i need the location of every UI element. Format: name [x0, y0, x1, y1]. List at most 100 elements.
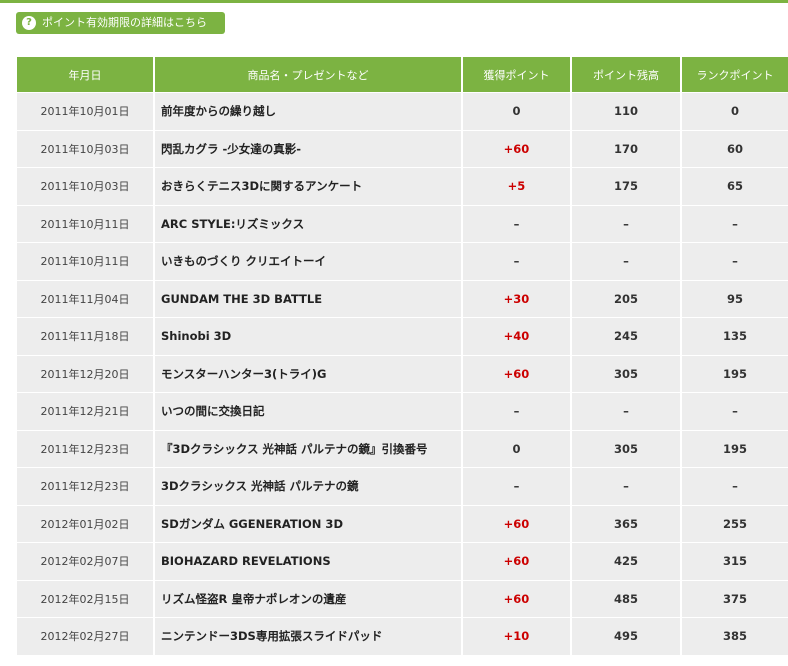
- point-expiry-details-button[interactable]: ? ポイント有効期限の詳細はこちら: [16, 12, 225, 34]
- rank-points-cell: 135: [682, 318, 788, 356]
- date-cell: 2011年11月04日: [17, 280, 153, 318]
- rank-points-cell: 375: [682, 580, 788, 618]
- table-row: 2012年02月27日 ニンテンドー3DS専用拡張スライドパッド +10 495 385: [17, 618, 788, 656]
- point-balance-cell: 305: [572, 430, 680, 468]
- date-cell: 2011年10月03日: [17, 130, 153, 168]
- table-row: 2011年12月23日 3Dクラシックス 光神話 パルテナの鏡 – – –: [17, 468, 788, 506]
- earned-points-cell: 0: [463, 93, 570, 131]
- date-cell: 2012年02月07日: [17, 543, 153, 581]
- table-row: 2011年12月23日 『3Dクラシックス 光神話 パルテナの鏡』引換番号 0 305…: [17, 430, 788, 468]
- earned-points-cell: +10: [463, 618, 570, 656]
- header-earned-points: 獲得ポイント: [463, 57, 570, 93]
- product-name-cell: Shinobi 3D: [155, 318, 461, 356]
- product-name-cell: モンスターハンター3(トライ)G: [155, 355, 461, 393]
- point-balance-cell: 305: [572, 355, 680, 393]
- header-date: 年月日: [17, 57, 153, 93]
- earned-points-cell: –: [463, 205, 570, 243]
- rank-points-cell: –: [682, 468, 788, 506]
- point-balance-cell: –: [572, 243, 680, 281]
- rank-points-cell: 195: [682, 430, 788, 468]
- rank-points-cell: 65: [682, 168, 788, 206]
- date-cell: 2011年10月01日: [17, 93, 153, 131]
- point-balance-cell: –: [572, 468, 680, 506]
- earned-points-cell: 0: [463, 430, 570, 468]
- point-balance-cell: 495: [572, 618, 680, 656]
- table-row: 2011年10月03日 おきらくテニス3Dに関するアンケート +5 175 65: [17, 168, 788, 206]
- date-cell: 2011年10月11日: [17, 205, 153, 243]
- date-cell: 2012年02月27日: [17, 618, 153, 656]
- points-history-table: 年月日 商品名・プレゼントなど 獲得ポイント ポイント残高 ランクポイント 20…: [15, 57, 788, 656]
- point-balance-cell: 245: [572, 318, 680, 356]
- rank-points-cell: 0: [682, 93, 788, 131]
- header-product-name: 商品名・プレゼントなど: [155, 57, 461, 93]
- date-cell: 2011年12月23日: [17, 468, 153, 506]
- earned-points-cell: +60: [463, 543, 570, 581]
- table-row: 2011年10月11日 ARC STYLE:リズミックス – – –: [17, 205, 788, 243]
- table-row: 2012年02月15日 リズム怪盗R 皇帝ナポレオンの遺産 +60 485 375: [17, 580, 788, 618]
- table-row: 2011年10月03日 閃乱カグラ -少女達の真影- +60 170 60: [17, 130, 788, 168]
- point-balance-cell: 170: [572, 130, 680, 168]
- rank-points-cell: 255: [682, 505, 788, 543]
- table-row: 2012年01月02日 SDガンダム GGENERATION 3D +60 365 25…: [17, 505, 788, 543]
- earned-points-cell: +60: [463, 580, 570, 618]
- header-rank-points: ランクポイント: [682, 57, 788, 93]
- product-name-cell: いつの間に交換日記: [155, 393, 461, 431]
- rank-points-cell: 60: [682, 130, 788, 168]
- date-cell: 2011年10月11日: [17, 243, 153, 281]
- product-name-cell: ニンテンドー3DS専用拡張スライドパッド: [155, 618, 461, 656]
- rank-points-cell: 95: [682, 280, 788, 318]
- product-name-cell: 『3Dクラシックス 光神話 パルテナの鏡』引換番号: [155, 430, 461, 468]
- point-balance-cell: –: [572, 393, 680, 431]
- product-name-cell: おきらくテニス3Dに関するアンケート: [155, 168, 461, 206]
- date-cell: 2012年01月02日: [17, 505, 153, 543]
- rank-points-cell: 385: [682, 618, 788, 656]
- question-icon: ?: [22, 16, 36, 30]
- table-header-row: 年月日 商品名・プレゼントなど 獲得ポイント ポイント残高 ランクポイント: [17, 57, 788, 93]
- point-balance-cell: 110: [572, 93, 680, 131]
- rank-points-cell: –: [682, 393, 788, 431]
- product-name-cell: ARC STYLE:リズミックス: [155, 205, 461, 243]
- rank-points-cell: –: [682, 243, 788, 281]
- header-point-balance: ポイント残高: [572, 57, 680, 93]
- point-balance-cell: 485: [572, 580, 680, 618]
- product-name-cell: 前年度からの繰り越し: [155, 93, 461, 131]
- product-name-cell: いきものづくり クリエイトーイ: [155, 243, 461, 281]
- earned-points-cell: +60: [463, 355, 570, 393]
- earned-points-cell: –: [463, 393, 570, 431]
- table-row: 2011年10月01日 前年度からの繰り越し 0 110 0: [17, 93, 788, 131]
- date-cell: 2011年12月21日: [17, 393, 153, 431]
- point-balance-cell: 175: [572, 168, 680, 206]
- date-cell: 2012年02月15日: [17, 580, 153, 618]
- earned-points-cell: +60: [463, 505, 570, 543]
- rank-points-cell: 195: [682, 355, 788, 393]
- date-cell: 2011年10月03日: [17, 168, 153, 206]
- earned-points-cell: +5: [463, 168, 570, 206]
- earned-points-cell: –: [463, 468, 570, 506]
- product-name-cell: リズム怪盗R 皇帝ナポレオンの遺産: [155, 580, 461, 618]
- date-cell: 2011年12月23日: [17, 430, 153, 468]
- product-name-cell: BIOHAZARD REVELATIONS: [155, 543, 461, 581]
- rank-points-cell: –: [682, 205, 788, 243]
- earned-points-cell: +40: [463, 318, 570, 356]
- date-cell: 2011年11月18日: [17, 318, 153, 356]
- table-row: 2012年02月07日 BIOHAZARD REVELATIONS +60 425 31…: [17, 543, 788, 581]
- earned-points-cell: +60: [463, 130, 570, 168]
- table-row: 2011年12月21日 いつの間に交換日記 – – –: [17, 393, 788, 431]
- point-balance-cell: 205: [572, 280, 680, 318]
- table-row: 2011年11月18日 Shinobi 3D +40 245 135: [17, 318, 788, 356]
- product-name-cell: SDガンダム GGENERATION 3D: [155, 505, 461, 543]
- point-balance-cell: –: [572, 205, 680, 243]
- product-name-cell: 閃乱カグラ -少女達の真影-: [155, 130, 461, 168]
- table-row: 2011年10月11日 いきものづくり クリエイトーイ – – –: [17, 243, 788, 281]
- rank-points-cell: 315: [682, 543, 788, 581]
- point-balance-cell: 425: [572, 543, 680, 581]
- earned-points-cell: –: [463, 243, 570, 281]
- top-divider: [0, 0, 788, 3]
- table-row: 2011年12月20日 モンスターハンター3(トライ)G +60 305 195: [17, 355, 788, 393]
- earned-points-cell: +30: [463, 280, 570, 318]
- point-balance-cell: 365: [572, 505, 680, 543]
- product-name-cell: GUNDAM THE 3D BATTLE: [155, 280, 461, 318]
- product-name-cell: 3Dクラシックス 光神話 パルテナの鏡: [155, 468, 461, 506]
- table-row: 2011年11月04日 GUNDAM THE 3D BATTLE +30 205 95: [17, 280, 788, 318]
- date-cell: 2011年12月20日: [17, 355, 153, 393]
